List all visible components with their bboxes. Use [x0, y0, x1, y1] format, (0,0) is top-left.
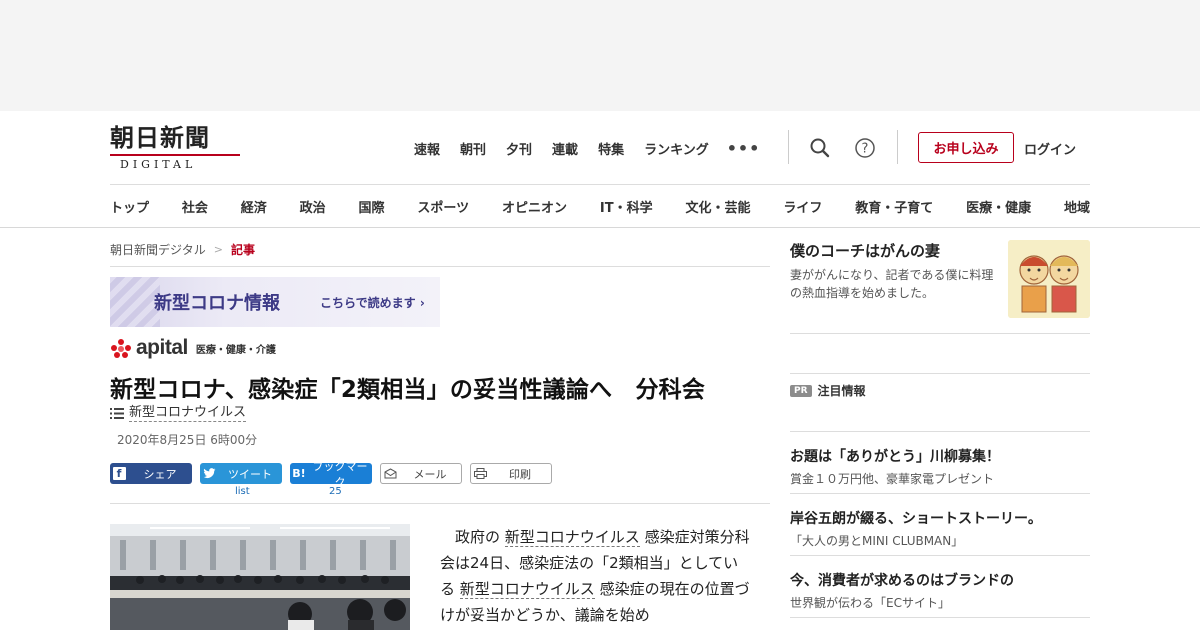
- breadcrumb-current: 記事: [230, 243, 255, 257]
- pr-item[interactable]: お題は「ありがとう」川柳募集！ 賞金１０万円他、豪華家電プレゼント: [790, 432, 1090, 494]
- top-nav-sokuho[interactable]: 速報: [414, 139, 440, 158]
- twitter-share-label: ツイート: [228, 467, 272, 481]
- top-nav-yuukan[interactable]: 夕刊: [506, 139, 532, 158]
- corona-info-banner[interactable]: 新型コロナ情報 こちらで読めます ›: [110, 277, 440, 327]
- category-region[interactable]: 地域: [1064, 197, 1090, 216]
- topic-tag[interactable]: 新型コロナウイルス: [110, 405, 247, 422]
- article-body: 政府の 新型コロナウイルス 感染症対策分科会は24日、感染症法の「2類相当」とし…: [440, 524, 750, 628]
- article-main: 朝日新聞デジタル > 記事 新型コロナ情報 こちらで読めます › apital …: [110, 228, 770, 630]
- category-sports[interactable]: スポーツ: [417, 197, 469, 216]
- body-text: 政府の: [440, 528, 501, 546]
- category-culture[interactable]: 文化・芸能: [685, 197, 750, 216]
- more-menu-icon[interactable]: •••: [727, 139, 761, 158]
- pr-item[interactable]: 岸谷五朗が綴る、ショートストーリー。 「大人の男とMINI CLUBMAN」: [790, 494, 1090, 556]
- banner-link: こちらで読めます ›: [320, 296, 425, 310]
- feature-card[interactable]: 僕のコーチはがんの妻 妻ががんになり、記者である僕に料理の熱血指導を始めました。: [790, 240, 1090, 334]
- feature-illustration: [1008, 240, 1090, 318]
- hatena-bookmark-button[interactable]: B! ブックマーク: [290, 460, 372, 489]
- search-icon[interactable]: [808, 136, 832, 160]
- article-photo: [110, 524, 410, 630]
- help-icon[interactable]: ?: [853, 136, 877, 160]
- header-divider: [897, 130, 898, 164]
- facebook-share-button[interactable]: f シェア: [110, 463, 192, 484]
- mail-icon: [381, 463, 399, 484]
- mail-share-label: メール: [413, 467, 447, 481]
- site-header: 朝日新聞 DIGITAL 速報 朝刊 夕刊 連載 特集 ランキング ••• ? …: [0, 111, 1200, 228]
- logo-title: 朝日新聞: [110, 123, 210, 152]
- sidebar: 僕のコーチはがんの妻 妻ががんになり、記者である僕に料理の熱血指導を始めました。…: [790, 228, 1090, 630]
- article-title: 新型コロナ、感染症「2類相当」の妥当性議論へ 分科会: [110, 377, 706, 403]
- category-health[interactable]: 医療・健康: [966, 197, 1031, 216]
- top-nav-choukan[interactable]: 朝刊: [460, 139, 486, 158]
- category-economy[interactable]: 経済: [241, 197, 267, 216]
- top-nav-rensai[interactable]: 連載: [552, 139, 578, 158]
- sidebar-divider: [790, 333, 1090, 334]
- facebook-icon: f: [110, 463, 128, 484]
- login-link[interactable]: ログイン: [1024, 139, 1076, 158]
- twitter-list-link[interactable]: list: [235, 486, 250, 497]
- sidebar-divider: [790, 373, 1090, 374]
- pr-item-description: 賞金１０万円他、豪華家電プレゼント: [790, 472, 995, 486]
- hatena-bookmark-label: ブックマーク: [312, 459, 368, 489]
- print-button[interactable]: 印刷: [470, 463, 552, 484]
- category-international[interactable]: 国際: [359, 197, 385, 216]
- category-nav: トップ 社会 経済 政治 国際 スポーツ オピニオン IT・科学 文化・芸能 ラ…: [110, 197, 1090, 216]
- keyword-link[interactable]: 新型コロナウイルス: [504, 528, 640, 547]
- mail-share-button[interactable]: メール: [380, 463, 462, 484]
- logo-underline: [110, 154, 240, 156]
- share-divider: [110, 503, 770, 504]
- pr-badge: PR: [790, 384, 812, 397]
- category-it-science[interactable]: IT・科学: [600, 197, 653, 216]
- print-icon: [471, 463, 489, 484]
- twitter-share-button[interactable]: ツイート: [200, 463, 282, 484]
- hatena-bookmark-icon: B!: [292, 467, 306, 480]
- facebook-share-label: シェア: [143, 467, 177, 481]
- top-nav-ranking[interactable]: ランキング: [644, 139, 709, 158]
- feature-description: 妻ががんになり、記者である僕に料理の熱血指導を始めました。: [790, 268, 994, 300]
- apital-wordmark: apital: [136, 336, 188, 359]
- breadcrumb-home[interactable]: 朝日新聞デジタル: [110, 241, 206, 258]
- nav-divider: [110, 184, 1090, 185]
- list-icon: [110, 408, 124, 419]
- pr-item-description: 「大人の男とMINI CLUBMAN」: [790, 534, 964, 548]
- pr-item-title: 岸谷五朗が綴る、ショートストーリー。: [790, 511, 1042, 527]
- pr-item-description: 世界観が伝わる「ECサイト」: [790, 596, 950, 610]
- breadcrumb-divider: [110, 266, 770, 267]
- advertisement-area: [0, 0, 1200, 111]
- category-politics[interactable]: 政治: [300, 197, 326, 216]
- pr-section-header: PR 注目情報: [790, 382, 866, 399]
- banner-stripe-decoration: [110, 277, 160, 327]
- pr-item-title: 今、消費者が求めるのはブランドの: [790, 573, 1014, 589]
- breadcrumb-separator: >: [213, 243, 223, 256]
- banner-title: 新型コロナ情報: [154, 293, 280, 314]
- print-label: 印刷: [509, 467, 531, 481]
- pr-item[interactable]: 今、消費者が求めるのはブランドの 世界観が伝わる「ECサイト」: [790, 556, 1090, 618]
- pr-item-title: お題は「ありがとう」川柳募集！: [790, 449, 1000, 465]
- article-date: 2020年8月25日 6時00分: [117, 433, 258, 447]
- share-bar: f シェア ツイート B! ブックマーク メール 印刷: [110, 460, 560, 489]
- keyword-link[interactable]: 新型コロナウイルス: [459, 580, 595, 599]
- apital-logo[interactable]: apital 医療・健康・介護: [110, 336, 276, 359]
- asahi-digital-logo[interactable]: 朝日新聞 DIGITAL: [110, 125, 242, 171]
- top-nav: 速報 朝刊 夕刊 連載 特集 ランキング •••: [414, 138, 760, 158]
- apital-tagline: 医療・健康・介護: [195, 345, 276, 356]
- category-education[interactable]: 教育・子育て: [855, 197, 933, 216]
- pr-section-title: 注目情報: [817, 384, 866, 398]
- category-opinion[interactable]: オピニオン: [502, 197, 567, 216]
- category-life[interactable]: ライフ: [783, 197, 822, 216]
- subscribe-button[interactable]: お申し込み: [918, 132, 1014, 163]
- logo-subtitle: DIGITAL: [120, 158, 197, 171]
- hatena-bookmark-count: 25: [329, 486, 342, 497]
- breadcrumb: 朝日新聞デジタル > 記事: [110, 241, 255, 258]
- top-nav-tokushu[interactable]: 特集: [598, 139, 624, 158]
- category-top[interactable]: トップ: [110, 197, 149, 216]
- category-society[interactable]: 社会: [182, 197, 208, 216]
- twitter-icon: [200, 463, 218, 484]
- help-icon-glyph: ?: [862, 142, 869, 157]
- apital-mark-icon: [110, 338, 132, 358]
- header-divider: [788, 130, 789, 164]
- topic-label: 新型コロナウイルス: [129, 405, 247, 422]
